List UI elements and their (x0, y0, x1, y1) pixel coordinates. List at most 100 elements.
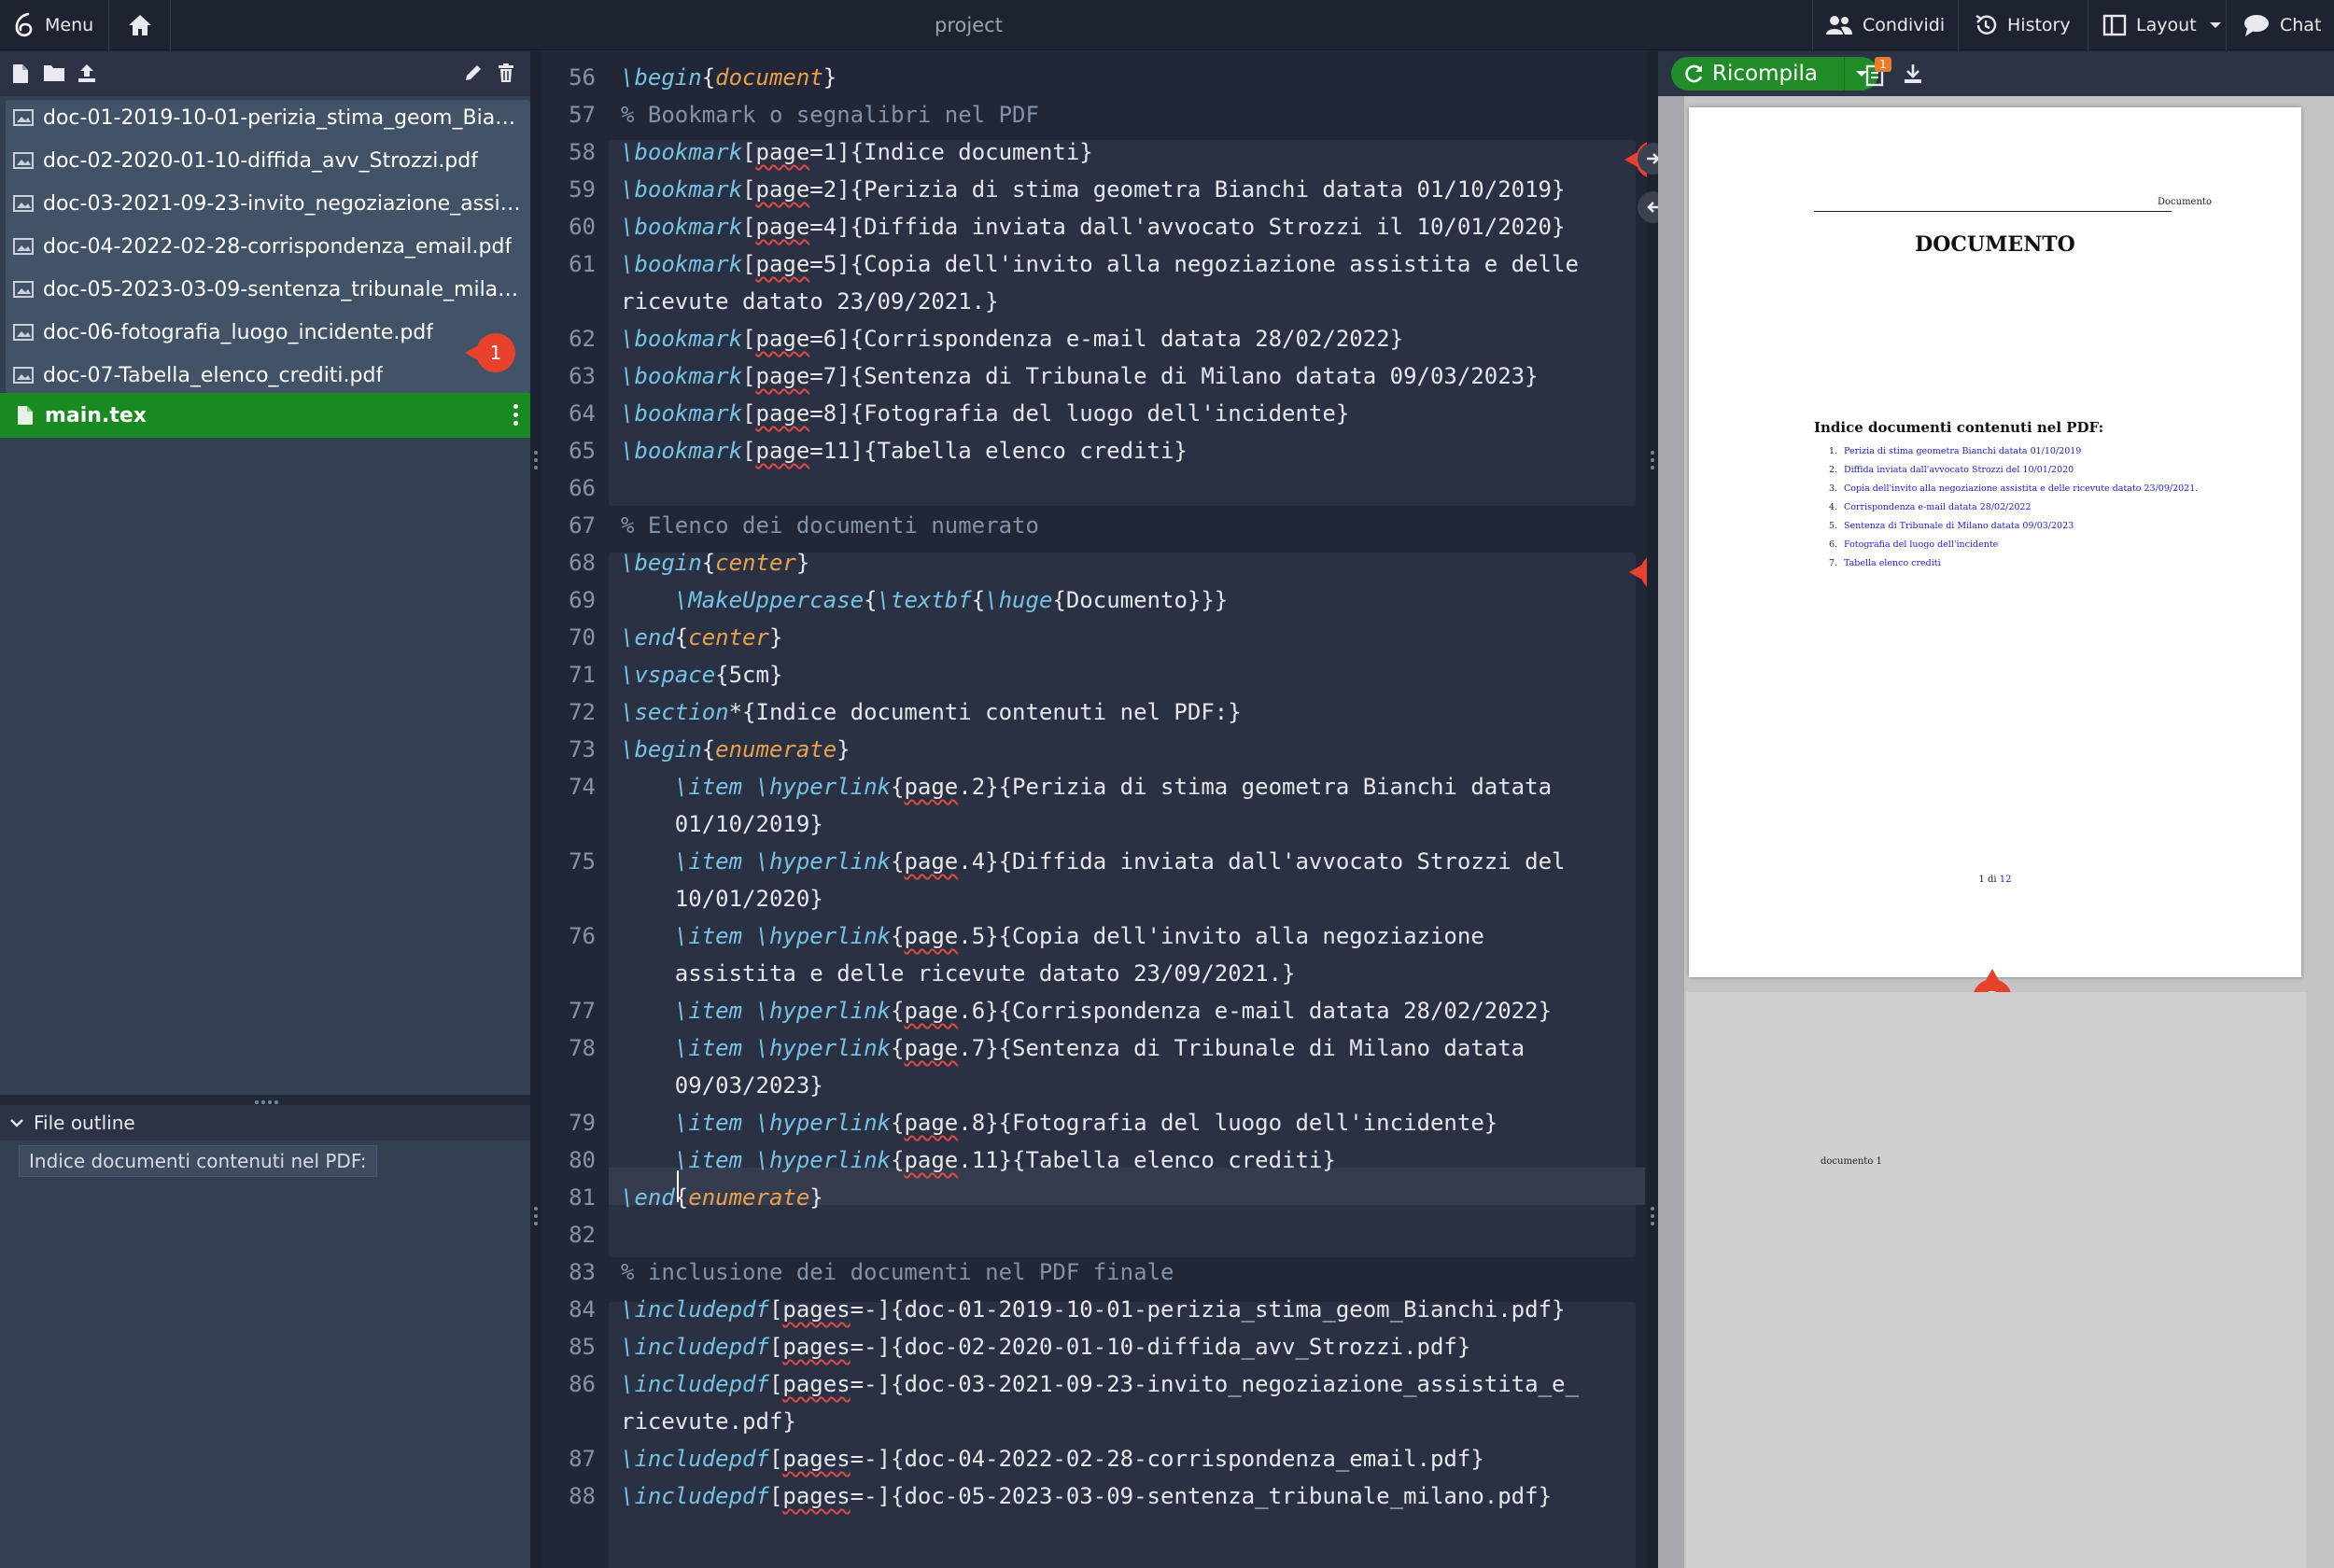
file-item-doc-07[interactable]: doc-07-Tabella_elenco_crediti.pdf (13, 354, 527, 397)
code-line[interactable]: 74 \item \hyperlink{page.2}{Perizia di s… (541, 768, 1658, 805)
file-item-doc-02[interactable]: doc-02-2020-01-10-diffida_avv_Strozzi.pd… (13, 139, 527, 182)
file-item-doc-06[interactable]: doc-06-fotografia_luogo_incidente.pdf (13, 311, 527, 354)
code-line[interactable]: 69 \MakeUppercase{\textbf{\huge{Document… (541, 581, 1658, 619)
code-line[interactable]: 80 \item \hyperlink{page.11}{Tabella ele… (541, 1141, 1658, 1179)
file-outline: Indice documenti contenuti nel PDF: (0, 1141, 530, 1568)
pdf-toc-link[interactable]: 3. Copia dell'invito alla negoziazione as… (1829, 483, 2198, 494)
pdf-toc-link[interactable]: 7. Tabella elenco crediti (1829, 558, 1941, 568)
code-line[interactable]: 85 \includepdf[pages=-]{doc-02-2020-01-10… (541, 1328, 1658, 1365)
rename-icon[interactable] (463, 63, 484, 83)
upload-icon[interactable] (77, 63, 97, 83)
code-line[interactable]: 58 \bookmark[page=1]{Indice documenti} (541, 133, 1658, 171)
code-line[interactable]: 57 % Bookmark o segnalibri nel PDF (541, 96, 1658, 133)
file-item-doc-04[interactable]: doc-04-2022-02-28-corrispondenza_email.p… (13, 225, 527, 268)
download-icon[interactable] (1903, 63, 1923, 85)
new-file-icon[interactable] (11, 63, 30, 85)
code-line[interactable]: 83 % inclusione dei documenti nel PDF fin… (541, 1253, 1658, 1291)
code-line[interactable]: 86 \includepdf[pages=-]{doc-03-2021-09-23… (541, 1365, 1658, 1403)
code-line[interactable]: 77 \item \hyperlink{page.6}{Corrisponden… (541, 992, 1658, 1029)
outline-item[interactable]: Indice documenti contenuti nel PDF: (19, 1145, 377, 1177)
file-item-doc-03[interactable]: doc-03-2021-09-23-invito_negoziazione_as… (13, 182, 527, 225)
new-folder-icon[interactable] (43, 63, 65, 83)
code-line[interactable]: 73 \begin{enumerate} (541, 731, 1658, 768)
line-code: 09/03/2023} (621, 1072, 823, 1099)
code-line[interactable]: 59 \bookmark[page=2]{Perizia di stima geo… (541, 171, 1658, 208)
image-file-icon (13, 367, 34, 384)
code-line[interactable]: 70 \end{center} (541, 619, 1658, 656)
file-item-main-tex[interactable]: main.tex (0, 393, 530, 438)
line-code: \item \hyperlink{page.2}{Perizia di stim… (674, 774, 1553, 800)
code-line[interactable]: 87 \includepdf[pages=-]{doc-04-2022-02-28… (541, 1440, 1658, 1477)
history-button[interactable]: History (1974, 0, 2071, 50)
file-item-doc-01[interactable]: doc-01-2019-10-01-perizia_stima_geom_Bia… (13, 96, 527, 139)
line-number: 76 (569, 923, 596, 949)
code-line[interactable]: 67 % Elenco dei documenti numerato (541, 507, 1658, 544)
code-line[interactable]: 71 \vspace{5cm} (541, 656, 1658, 693)
code-line[interactable]: 60 \bookmark[page=4]{Diffida inviata dall… (541, 208, 1658, 245)
file-outline-header[interactable]: File outline (0, 1105, 530, 1141)
line-code: \item \hyperlink{page.6}{Corrispondenza … (674, 998, 1553, 1024)
text-cursor (677, 1170, 679, 1202)
code-line[interactable]: assistita e delle ricevute datato 23/09/… (541, 955, 1658, 992)
pdf-page-2-text: documento 1 (1821, 1156, 1882, 1167)
chat-button[interactable]: Chat (2243, 0, 2321, 50)
code-line[interactable]: 81 \end{enumerate} (541, 1179, 1658, 1216)
code-line[interactable]: 62 \bookmark[page=6]{Corrispondenza e-mai… (541, 320, 1658, 357)
line-code: \bookmark[page=7]{Sentenza di Tribunale … (621, 363, 1539, 389)
code-line[interactable]: 76 \item \hyperlink{page.5}{Copia dell'i… (541, 917, 1658, 955)
pdf-toc-link[interactable]: 5. Sentenza di Tribunale di Milano datata… (1829, 521, 2074, 531)
line-code: % Bookmark o segnalibri nel PDF (621, 102, 1039, 128)
file-name: doc-06-fotografia_luogo_incidente.pdf (43, 320, 433, 344)
pdf-title: DOCUMENTO (1915, 232, 2075, 257)
code-editor[interactable]: 56 \begin{document} 57 % Bookmark o segnali… (541, 51, 1658, 1568)
code-line[interactable]: 56 \begin{document} (541, 59, 1658, 96)
code-line[interactable]: 72 \section*{Indice documenti contenuti n… (541, 693, 1658, 731)
pdf-toc-link[interactable]: 2. Diffida inviata dall'avvocato Strozzi … (1829, 465, 2074, 475)
code-line[interactable]: ricevute.pdf} (541, 1403, 1658, 1440)
outline-resize-handle[interactable] (252, 1092, 280, 1104)
code-line[interactable]: 75 \item \hyperlink{page.4}{Diffida invi… (541, 843, 1658, 880)
recompile-button[interactable]: Ricompila (1671, 57, 1878, 91)
code-line[interactable]: 84 \includepdf[pages=-]{doc-01-2019-10-01… (541, 1291, 1658, 1328)
code-line[interactable]: 10/01/2020} (541, 880, 1658, 917)
code-line[interactable]: 79 \item \hyperlink{page.8}{Fotografia d… (541, 1104, 1658, 1141)
pdf-toc-link[interactable]: 4. Corrispondenza e-mail datata 28/02/202… (1829, 502, 2032, 512)
code-line[interactable]: 09/03/2023} (541, 1067, 1658, 1104)
pdf-toc-link[interactable]: 1. Perizia di stima geometra Bianchi data… (1829, 446, 2081, 456)
layout-button[interactable]: Layout (2102, 0, 2234, 50)
line-code: \begin{document} (621, 64, 837, 91)
line-code: \includepdf[pages=-]{doc-05-2023-03-09-s… (621, 1483, 1553, 1509)
file-name: doc-03-2021-09-23-invito_negoziazione_as… (43, 191, 527, 216)
line-number: 73 (569, 736, 596, 763)
code-line[interactable]: 65 \bookmark[page=11]{Tabella elenco cred… (541, 432, 1658, 469)
line-code: \includepdf[pages=-]{doc-04-2022-02-28-c… (621, 1446, 1484, 1472)
line-code: \end{enumerate} (621, 1184, 823, 1211)
code-line[interactable]: 63 \bookmark[page=7]{Sentenza di Tribunal… (541, 357, 1658, 395)
code-line[interactable]: ricevute datato 23/09/2021.} (541, 283, 1658, 320)
file-item-doc-05[interactable]: doc-05-2023-03-09-sentenza_tribunale_mil… (13, 268, 527, 311)
pdf-toc-link[interactable]: 6. Fotografia del luogo dell'incidente (1829, 539, 1998, 550)
line-code: \begin{enumerate} (621, 736, 851, 763)
line-number: 71 (569, 662, 596, 688)
pdf-header-rule (1814, 211, 2172, 212)
line-code: \item \hyperlink{page.4}{Diffida inviata… (674, 848, 1566, 875)
file-menu-icon[interactable] (513, 404, 519, 427)
image-file-icon (13, 281, 34, 298)
file-name: doc-02-2020-01-10-diffida_avv_Strozzi.pd… (43, 148, 478, 173)
code-line[interactable]: 01/10/2019} (541, 805, 1658, 843)
code-line[interactable]: 64 \bookmark[page=8]{Fotografia del luogo… (541, 395, 1658, 432)
share-button[interactable]: Condividi (1825, 0, 1945, 50)
code-line[interactable]: 68 \begin{center} (541, 544, 1658, 581)
code-line[interactable]: 61 \bookmark[page=5]{Copia dell'invito al… (541, 245, 1658, 283)
delete-icon[interactable] (497, 63, 515, 83)
code-line[interactable]: 66 (541, 469, 1658, 507)
line-code: \MakeUppercase{\textbf{\huge{Documento}}… (674, 587, 1229, 613)
right-pane-divider[interactable] (1647, 51, 1658, 1568)
line-code: % inclusione dei documenti nel PDF final… (621, 1259, 1174, 1285)
code-line[interactable]: 82 (541, 1216, 1658, 1253)
chevron-down-icon (2209, 22, 2221, 28)
file-name: doc-01-2019-10-01-perizia_stima_geom_Bia… (43, 105, 527, 130)
code-line[interactable]: 78 \item \hyperlink{page.7}{Sentenza di … (541, 1029, 1658, 1067)
code-line[interactable]: 88 \includepdf[pages=-]{doc-05-2023-03-09… (541, 1477, 1658, 1515)
left-pane-divider[interactable] (530, 51, 541, 1568)
